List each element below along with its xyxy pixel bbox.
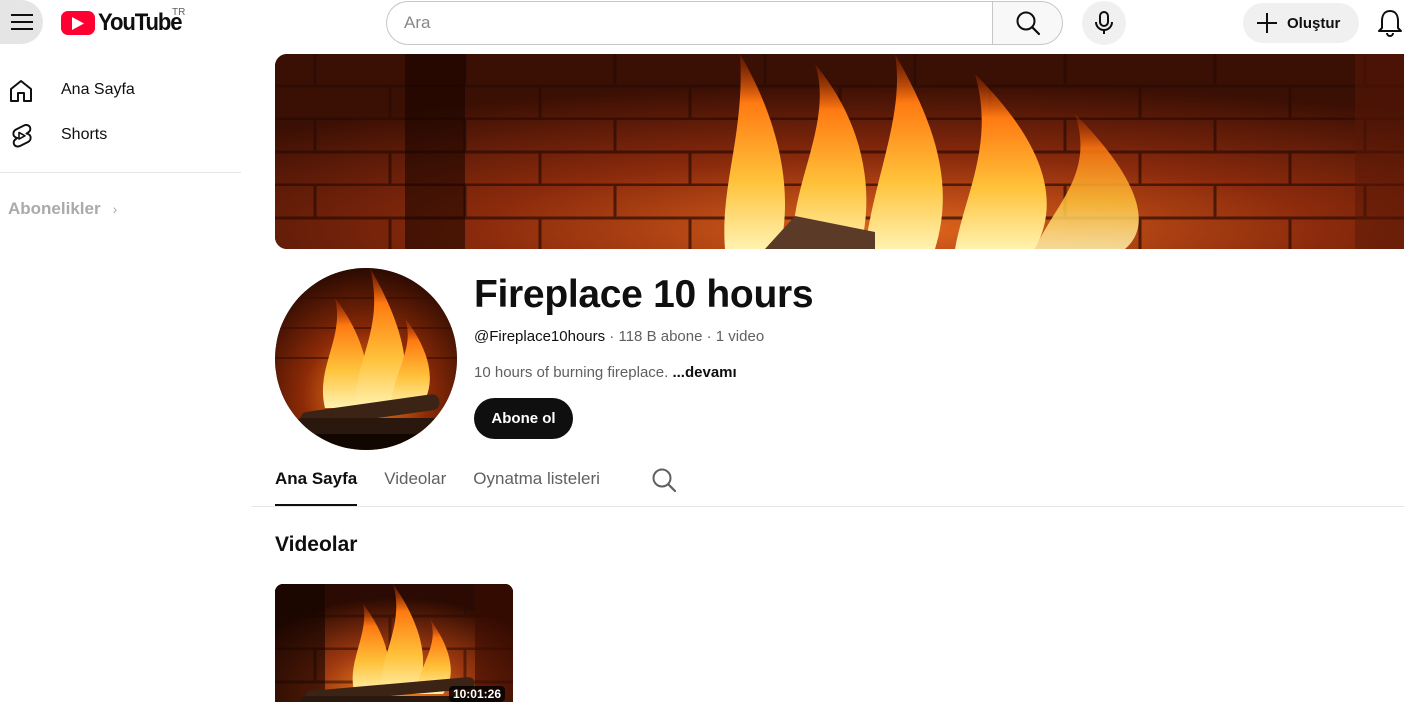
voice-search-button[interactable]: [1082, 1, 1126, 45]
channel-banner: [275, 54, 1404, 249]
logo-text: YouTube: [98, 9, 183, 36]
sidebar-item-home[interactable]: Ana Sayfa: [0, 70, 241, 110]
more-link[interactable]: ...devamı: [672, 364, 736, 381]
home-icon: [10, 80, 32, 102]
channel-name: Fireplace 10 hours: [474, 273, 814, 316]
country-code: TR: [172, 7, 186, 18]
search-icon: [1016, 11, 1040, 36]
shorts-icon: [12, 124, 32, 148]
description-text: 10 hours of burning fireplace.: [474, 364, 673, 381]
menu-button[interactable]: [0, 0, 43, 44]
tab-home[interactable]: Ana Sayfa: [275, 460, 358, 506]
fireplace-banner-image: [275, 54, 1404, 249]
search-bar: [386, 1, 1063, 45]
search-button[interactable]: [992, 1, 1063, 45]
sidebar-divider: [0, 172, 241, 173]
video-count: 1 video: [715, 328, 765, 345]
tab-videos[interactable]: Videolar: [384, 460, 446, 506]
microphone-icon: [1095, 11, 1113, 34]
fireplace-avatar-image: [275, 268, 457, 450]
video-thumbnail[interactable]: 10:01:26: [275, 584, 513, 702]
channel-search-icon[interactable]: [651, 467, 677, 493]
meta-separator: ·: [605, 328, 619, 345]
chevron-right-icon: ›: [112, 201, 118, 217]
subscriber-count: 118 B abone: [618, 328, 703, 345]
sidebar-item-label: Ana Sayfa: [61, 81, 135, 98]
youtube-logo[interactable]: YouTube: [61, 9, 189, 37]
channel-avatar[interactable]: [275, 268, 457, 450]
search-input[interactable]: [386, 1, 992, 45]
sidebar-item-label: Shorts: [61, 126, 108, 143]
create-label: Oluştur: [1287, 14, 1341, 32]
bell-icon: [1378, 10, 1402, 37]
subscribe-button[interactable]: Abone ol: [474, 398, 573, 439]
channel-handle[interactable]: @Fireplace10hours: [474, 328, 605, 345]
channel-meta: @Fireplace10hours · 118 B abone · 1 vide…: [474, 328, 764, 345]
tab-playlists[interactable]: Oynatma listeleri: [473, 460, 600, 506]
sidebar-subscriptions-header[interactable]: Abonelikler ›: [8, 199, 117, 219]
videos-section-title: Videolar: [275, 533, 358, 556]
tabs-divider: [252, 506, 1404, 507]
subscriptions-label: Abonelikler: [8, 199, 101, 218]
video-duration: 10:01:26: [448, 686, 505, 702]
channel-description[interactable]: 10 hours of burning fireplace. ...devamı: [474, 364, 737, 381]
channel-tabs: Ana Sayfa Videolar Oynatma listeleri: [275, 460, 627, 506]
sidebar: Ana Sayfa Shorts Abonelikler ›: [0, 56, 241, 702]
hamburger-icon: [10, 14, 33, 30]
sidebar-item-shorts[interactable]: Shorts: [0, 115, 241, 155]
play-logo-icon: [61, 11, 95, 35]
notifications-button[interactable]: [1376, 8, 1404, 38]
create-button[interactable]: Oluştur: [1243, 3, 1359, 43]
meta-separator: ·: [702, 328, 716, 345]
plus-icon: [1257, 13, 1277, 33]
top-bar: YouTube TR Oluştur: [0, 0, 1404, 46]
fireplace-thumbnail-image: [275, 584, 513, 702]
